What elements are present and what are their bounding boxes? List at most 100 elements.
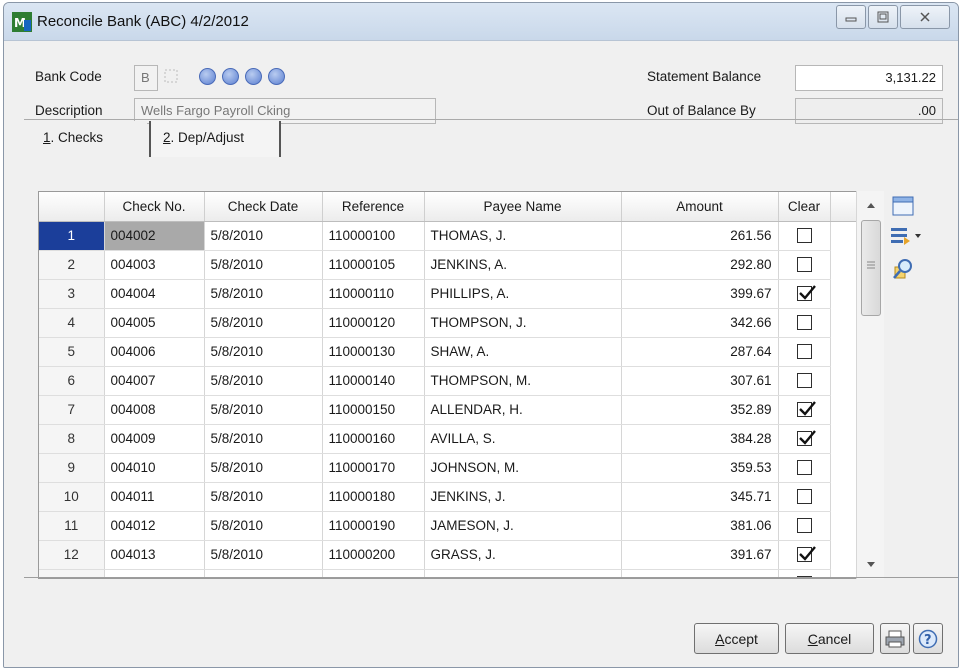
check-date-cell[interactable]: 5/8/2010 [204,511,323,541]
reference-cell[interactable]: 110000100 [322,221,425,251]
minimize-button[interactable] [836,5,866,29]
bank-code-field[interactable]: B [134,65,158,91]
check-date-cell[interactable]: 5/8/2010 [204,279,323,309]
reference-cell[interactable]: 110000160 [322,424,425,454]
check-number-cell[interactable]: 004008 [104,395,205,425]
maximize-button[interactable] [868,5,898,29]
check-date-cell[interactable]: 5/8/2010 [204,366,323,396]
payee-name-cell[interactable]: AVILLA, S. [424,424,622,454]
amount-cell[interactable]: 261.56 [621,221,779,251]
amount-cell[interactable]: 342.66 [621,308,779,338]
amount-cell[interactable]: 359.53 [621,453,779,483]
statement-balance-field[interactable]: 3,131.22 [795,65,943,91]
previous-record-button[interactable] [222,68,239,85]
close-button[interactable] [900,5,950,29]
payee-name-cell[interactable]: GRASS, J. [424,540,622,570]
payee-name-cell[interactable]: SHAW, A. [424,337,622,367]
zoom-search-icon[interactable] [892,258,914,280]
column-header[interactable]: Payee Name [424,192,622,222]
check-number-cell[interactable]: 004006 [104,337,205,367]
title-bar[interactable]: M Reconcile Bank (ABC) 4/2/2012 [4,3,958,41]
table-row[interactable]: 12 004013 5/8/2010 110000200 GRASS, J. 391.67 [39,540,858,570]
column-header[interactable]: Check No. [104,192,205,222]
reference-cell[interactable]: 110000190 [322,511,425,541]
clear-checkbox[interactable] [796,285,816,302]
amount-cell[interactable]: 391.67 [621,540,779,570]
check-number-cell[interactable]: 004003 [104,250,205,280]
clear-checkbox[interactable] [796,344,812,360]
check-date-cell[interactable]: 5/8/2010 [204,337,323,367]
reference-cell[interactable]: 110000180 [322,482,425,512]
amount-cell[interactable]: 399.67 [621,279,779,309]
table-row[interactable]: 5 004006 5/8/2010 110000130 SHAW, A. 287.64 [39,337,858,367]
check-date-cell[interactable]: 5/8/2010 [204,540,323,570]
table-row[interactable]: 7 004008 5/8/2010 110000150 ALLENDAR, H. 352.… [39,395,858,425]
table-row[interactable]: 11 004012 5/8/2010 110000190 JAMESON, J. 381.… [39,511,858,541]
payee-name-cell[interactable]: THOMPSON, J. [424,308,622,338]
check-date-cell[interactable]: 5/8/2010 [204,453,323,483]
payee-name-cell[interactable]: PHILLIPS, A. [424,279,622,309]
check-date-cell[interactable]: 5/8/2010 [204,221,323,251]
amount-cell[interactable]: 307.61 [621,366,779,396]
table-row[interactable]: 10 004011 5/8/2010 110000180 JENKINS, J. 345.… [39,482,858,512]
scroll-thumb[interactable] [861,220,881,316]
cancel-button[interactable]: Cancel [785,623,874,654]
help-button[interactable]: ? [913,623,943,654]
clear-checkbox[interactable] [796,489,812,505]
clear-checkbox[interactable] [796,373,812,389]
lookup-icon[interactable] [164,69,178,83]
amount-cell[interactable]: 287.64 [621,337,779,367]
column-header[interactable]: Clear [778,192,831,222]
check-number-cell[interactable]: 004005 [104,308,205,338]
clear-checkbox[interactable] [796,546,816,563]
check-date-cell[interactable]: 5/8/2010 [204,424,323,454]
last-record-button[interactable] [268,68,285,85]
vertical-scrollbar[interactable] [856,191,884,579]
clear-checkbox[interactable] [796,401,816,418]
clear-checkbox[interactable] [796,257,812,273]
check-number-cell[interactable]: 004009 [104,424,205,454]
check-date-cell[interactable]: 5/8/2010 [204,395,323,425]
reference-cell[interactable]: 110000120 [322,308,425,338]
payee-name-cell[interactable]: JENKINS, A. [424,250,622,280]
table-row[interactable]: 1 004002 5/8/2010 110000100 THOMAS, J. 261.56 [39,221,858,251]
check-number-cell[interactable]: 004013 [104,540,205,570]
check-number-cell[interactable]: 004004 [104,279,205,309]
check-date-cell[interactable]: 5/8/2010 [204,308,323,338]
table-row[interactable]: 9 004010 5/8/2010 110000170 JOHNSON, M. 359.5… [39,453,858,483]
payee-name-cell[interactable]: THOMAS, J. [424,221,622,251]
check-number-cell[interactable]: 004002 [104,221,205,251]
check-date-cell[interactable]: 5/8/2010 [204,250,323,280]
amount-cell[interactable]: 381.06 [621,511,779,541]
payee-name-cell[interactable]: JENKINS, J. [424,482,622,512]
reference-cell[interactable]: 110000140 [322,366,425,396]
check-date-cell[interactable]: 5/8/2010 [204,482,323,512]
table-row[interactable]: 8 004009 5/8/2010 110000160 AVILLA, S. 384.28 [39,424,858,454]
column-header[interactable]: Reference [322,192,425,222]
clear-checkbox[interactable] [796,315,812,331]
reference-cell[interactable]: 110000130 [322,337,425,367]
check-number-cell[interactable]: 004010 [104,453,205,483]
payee-name-cell[interactable]: JOHNSON, M. [424,453,622,483]
scroll-down-icon[interactable] [866,561,876,569]
print-button[interactable] [880,623,910,654]
next-record-button[interactable] [245,68,262,85]
amount-cell[interactable]: 384.28 [621,424,779,454]
column-header[interactable]: Amount [621,192,779,222]
check-number-cell[interactable]: 004011 [104,482,205,512]
amount-cell[interactable]: 345.71 [621,482,779,512]
clear-checkbox[interactable] [796,430,816,447]
amount-cell[interactable]: 352.89 [621,395,779,425]
reference-cell[interactable]: 110000110 [322,279,425,309]
payee-name-cell[interactable]: ALLENDAR, H. [424,395,622,425]
check-number-cell[interactable]: 004007 [104,366,205,396]
reference-cell[interactable]: 110000170 [322,453,425,483]
first-record-button[interactable] [199,68,216,85]
clear-checkbox[interactable] [796,228,812,244]
customize-grid-icon[interactable] [890,225,922,247]
check-number-cell[interactable]: 004012 [104,511,205,541]
reference-cell[interactable]: 110000105 [322,250,425,280]
clear-checkbox[interactable] [796,460,812,476]
payee-name-cell[interactable]: JAMESON, J. [424,511,622,541]
reference-cell[interactable]: 110000200 [322,540,425,570]
